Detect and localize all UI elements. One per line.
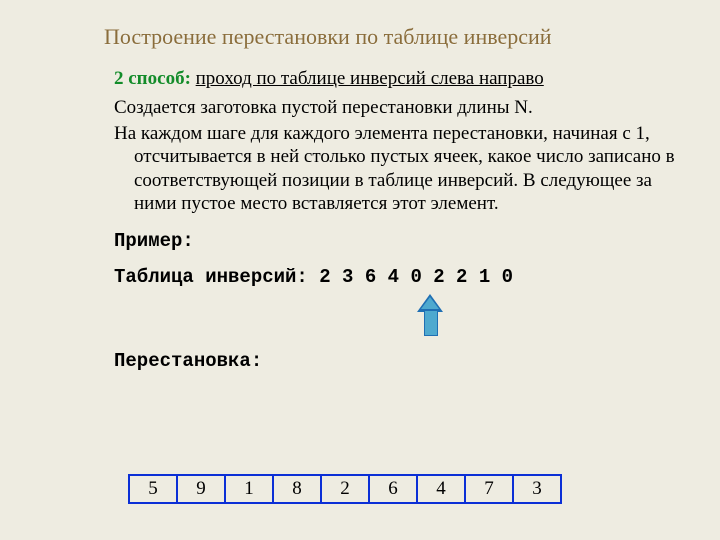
inversion-line: Таблица инверсий: 2 3 6 4 0 2 2 1 0 bbox=[114, 266, 676, 288]
perm-cell: 5 bbox=[128, 474, 176, 504]
paragraph-2: На каждом шаге для каждого элемента пере… bbox=[114, 122, 676, 216]
perm-cell: 7 bbox=[464, 474, 512, 504]
page-title: Построение перестановки по таблице инвер… bbox=[104, 24, 676, 50]
method-label: 2 способ: bbox=[114, 68, 191, 89]
perm-cell: 1 bbox=[224, 474, 272, 504]
permutation-row: 5 9 1 8 2 6 4 7 3 bbox=[128, 474, 562, 504]
arrow-up-icon bbox=[417, 294, 676, 336]
perm-cell: 4 bbox=[416, 474, 464, 504]
method-line: 2 способ: проход по таблице инверсий сле… bbox=[114, 68, 676, 90]
perm-cell: 9 bbox=[176, 474, 224, 504]
perm-cell: 8 bbox=[272, 474, 320, 504]
permutation-label: Перестановка: bbox=[114, 350, 676, 372]
paragraph-1: Создается заготовка пустой перестановки … bbox=[114, 96, 676, 120]
perm-cell: 6 bbox=[368, 474, 416, 504]
perm-cell: 2 bbox=[320, 474, 368, 504]
perm-cell: 3 bbox=[512, 474, 562, 504]
example-label: Пример: bbox=[114, 230, 676, 252]
method-text: проход по таблице инверсий слева направо bbox=[196, 68, 544, 89]
